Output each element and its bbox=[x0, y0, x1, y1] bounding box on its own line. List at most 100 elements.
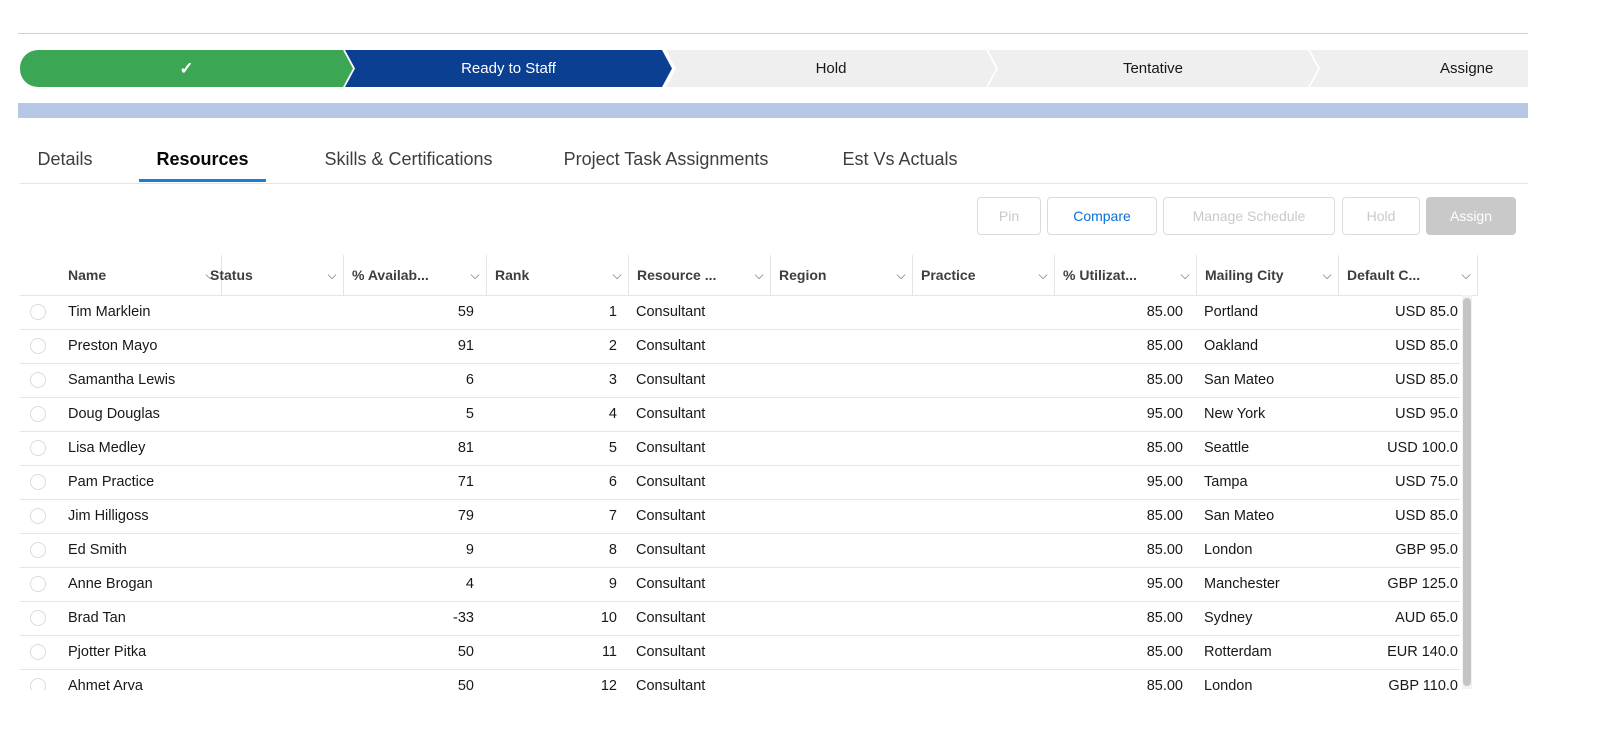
cell-region bbox=[779, 636, 907, 669]
path-stage-hold[interactable]: Hold bbox=[666, 50, 996, 87]
row-select-radio[interactable] bbox=[30, 406, 46, 422]
cell-utilization: 85.00 bbox=[1146, 304, 1183, 320]
chevron-down-icon[interactable]: ⌵ bbox=[1455, 268, 1477, 283]
row-select-radio[interactable] bbox=[30, 338, 46, 354]
cell-default-cost: USD 95.0 bbox=[1395, 406, 1458, 422]
cell-default-cost: GBP 95.0 bbox=[1395, 542, 1458, 558]
tab-est-vs-actuals[interactable]: Est Vs Actuals bbox=[825, 140, 975, 182]
cell-practice bbox=[921, 364, 1049, 397]
row-select-radio[interactable] bbox=[30, 508, 46, 524]
row-select-radio[interactable] bbox=[30, 644, 46, 660]
table-row[interactable]: Anne Brogan 4 9 Consultant 95.00 Manchester GB… bbox=[20, 568, 1460, 602]
cell-region bbox=[779, 432, 907, 465]
cell-practice bbox=[921, 568, 1049, 601]
table-row[interactable]: Pam Practice 71 6 Consultant 95.00 Tampa USD 7… bbox=[20, 466, 1460, 500]
path-stage-complete[interactable]: ✓ bbox=[20, 50, 353, 87]
chevron-down-icon[interactable]: ⌵ bbox=[321, 268, 343, 283]
tab-resources[interactable]: Resources bbox=[139, 140, 266, 182]
table-row[interactable]: Brad Tan -33 10 Consultant 85.00 Sydney AUD 65… bbox=[20, 602, 1460, 636]
cell-resource-role: Consultant bbox=[636, 576, 706, 592]
cell-rank: 3 bbox=[608, 372, 617, 388]
cell-region bbox=[779, 364, 907, 397]
path-stage-assigned[interactable]: Assigne bbox=[1310, 50, 1528, 87]
column-header-utilization[interactable]: % Utilizat... ⌵ bbox=[1055, 255, 1197, 295]
column-label: Default C... bbox=[1347, 267, 1421, 283]
cell-mailing-city: Portland bbox=[1204, 304, 1259, 320]
cell-availability: -33 bbox=[453, 610, 474, 626]
cell-status bbox=[210, 432, 330, 465]
row-select-radio[interactable] bbox=[30, 474, 46, 490]
scrollbar-thumb[interactable] bbox=[1463, 298, 1471, 686]
column-header-region[interactable]: Region ⌵ bbox=[771, 255, 913, 295]
cell-default-cost: AUD 65.0 bbox=[1395, 610, 1458, 626]
table-row[interactable]: Ed Smith 9 8 Consultant 85.00 London GBP 95.0 bbox=[20, 534, 1460, 568]
path-stage-ready-to-staff[interactable]: Ready to Staff bbox=[345, 50, 672, 87]
cell-resource-role: Consultant bbox=[636, 542, 706, 558]
cell-practice bbox=[921, 398, 1049, 431]
assign-button[interactable]: Assign bbox=[1426, 197, 1516, 235]
path-stage-tentative[interactable]: Tentative bbox=[988, 50, 1318, 87]
cell-default-cost: GBP 110.0 bbox=[1388, 678, 1458, 690]
table-row[interactable]: Jim Hilligoss 79 7 Consultant 85.00 San Mateo… bbox=[20, 500, 1460, 534]
chevron-down-icon[interactable]: ⌵ bbox=[748, 268, 770, 283]
column-header-availability[interactable]: % Availab... ⌵ bbox=[344, 255, 487, 295]
hold-button[interactable]: Hold bbox=[1342, 197, 1420, 235]
row-select-radio[interactable] bbox=[30, 576, 46, 592]
manage-schedule-button[interactable]: Manage Schedule bbox=[1163, 197, 1335, 235]
cell-region bbox=[779, 670, 907, 690]
table-row[interactable]: Samantha Lewis 6 3 Consultant 85.00 San Mateo… bbox=[20, 364, 1460, 398]
cell-resource-role: Consultant bbox=[636, 644, 706, 660]
table-row[interactable]: Tim Marklein 59 1 Consultant 85.00 Portland US… bbox=[20, 296, 1460, 330]
chevron-down-icon[interactable]: ⌵ bbox=[464, 268, 486, 283]
chevron-down-icon[interactable]: ⌵ bbox=[1316, 268, 1338, 283]
cell-name: Lisa Medley bbox=[68, 440, 146, 456]
chevron-down-icon[interactable]: ⌵ bbox=[1174, 268, 1196, 283]
cell-rank: 6 bbox=[608, 474, 617, 490]
row-select-radio[interactable] bbox=[30, 304, 46, 320]
compare-button[interactable]: Compare bbox=[1047, 197, 1157, 235]
tab-skills-certifications[interactable]: Skills & Certifications bbox=[300, 140, 517, 182]
chevron-down-icon[interactable]: ⌵ bbox=[1032, 268, 1054, 283]
column-header-default-cost[interactable]: Default C... ⌵ bbox=[1339, 255, 1478, 295]
column-header-rank[interactable]: Rank ⌵ bbox=[487, 255, 629, 295]
column-header-mailing-city[interactable]: Mailing City ⌵ bbox=[1197, 255, 1339, 295]
cell-status bbox=[210, 602, 330, 635]
row-select-radio[interactable] bbox=[30, 372, 46, 388]
row-select-radio[interactable] bbox=[30, 610, 46, 626]
table-row[interactable]: Lisa Medley 81 5 Consultant 85.00 Seattle USD … bbox=[20, 432, 1460, 466]
chevron-down-icon[interactable]: ⌵ bbox=[606, 268, 628, 283]
column-header-status[interactable]: Status ⌵ bbox=[202, 255, 344, 295]
cell-name: Tim Marklein bbox=[68, 304, 151, 320]
cell-status bbox=[210, 568, 330, 601]
chevron-down-icon[interactable]: ⌵ bbox=[890, 268, 912, 283]
table-row[interactable]: Preston Mayo 91 2 Consultant 85.00 Oakland USD… bbox=[20, 330, 1460, 364]
table-row[interactable]: Doug Douglas 5 4 Consultant 95.00 New York USD… bbox=[20, 398, 1460, 432]
column-header-name[interactable]: Name ⌵ bbox=[60, 255, 222, 295]
tab-details[interactable]: Details bbox=[20, 140, 110, 182]
column-label: Region bbox=[779, 267, 827, 283]
table-row[interactable]: Ahmet Arva 50 12 Consultant 85.00 London GBP 1… bbox=[20, 670, 1460, 690]
column-header-resource-role[interactable]: Resource ... ⌵ bbox=[629, 255, 771, 295]
cell-utilization: 95.00 bbox=[1146, 576, 1183, 592]
column-header-practice[interactable]: Practice ⌵ bbox=[913, 255, 1055, 295]
cell-practice bbox=[921, 602, 1049, 635]
pin-button[interactable]: Pin bbox=[977, 197, 1041, 235]
tab-project-task-assignments[interactable]: Project Task Assignments bbox=[543, 140, 789, 182]
cell-region bbox=[779, 500, 907, 533]
cell-name: Samantha Lewis bbox=[68, 372, 176, 388]
table-row[interactable]: Pjotter Pitka 50 11 Consultant 85.00 Rotterda… bbox=[20, 636, 1460, 670]
cell-utilization: 85.00 bbox=[1146, 508, 1183, 524]
cell-rank: 10 bbox=[600, 610, 617, 626]
row-select-radio[interactable] bbox=[30, 678, 46, 690]
cell-region bbox=[779, 466, 907, 499]
cell-practice bbox=[921, 432, 1049, 465]
cell-status bbox=[210, 466, 330, 499]
cell-rank: 8 bbox=[608, 542, 617, 558]
table-scrollbar[interactable] bbox=[1462, 295, 1472, 689]
row-select-radio[interactable] bbox=[30, 440, 46, 456]
cell-practice bbox=[921, 500, 1049, 533]
cell-status bbox=[210, 670, 330, 690]
cell-status bbox=[210, 296, 330, 329]
row-select-radio[interactable] bbox=[30, 542, 46, 558]
cell-availability: 9 bbox=[465, 542, 474, 558]
